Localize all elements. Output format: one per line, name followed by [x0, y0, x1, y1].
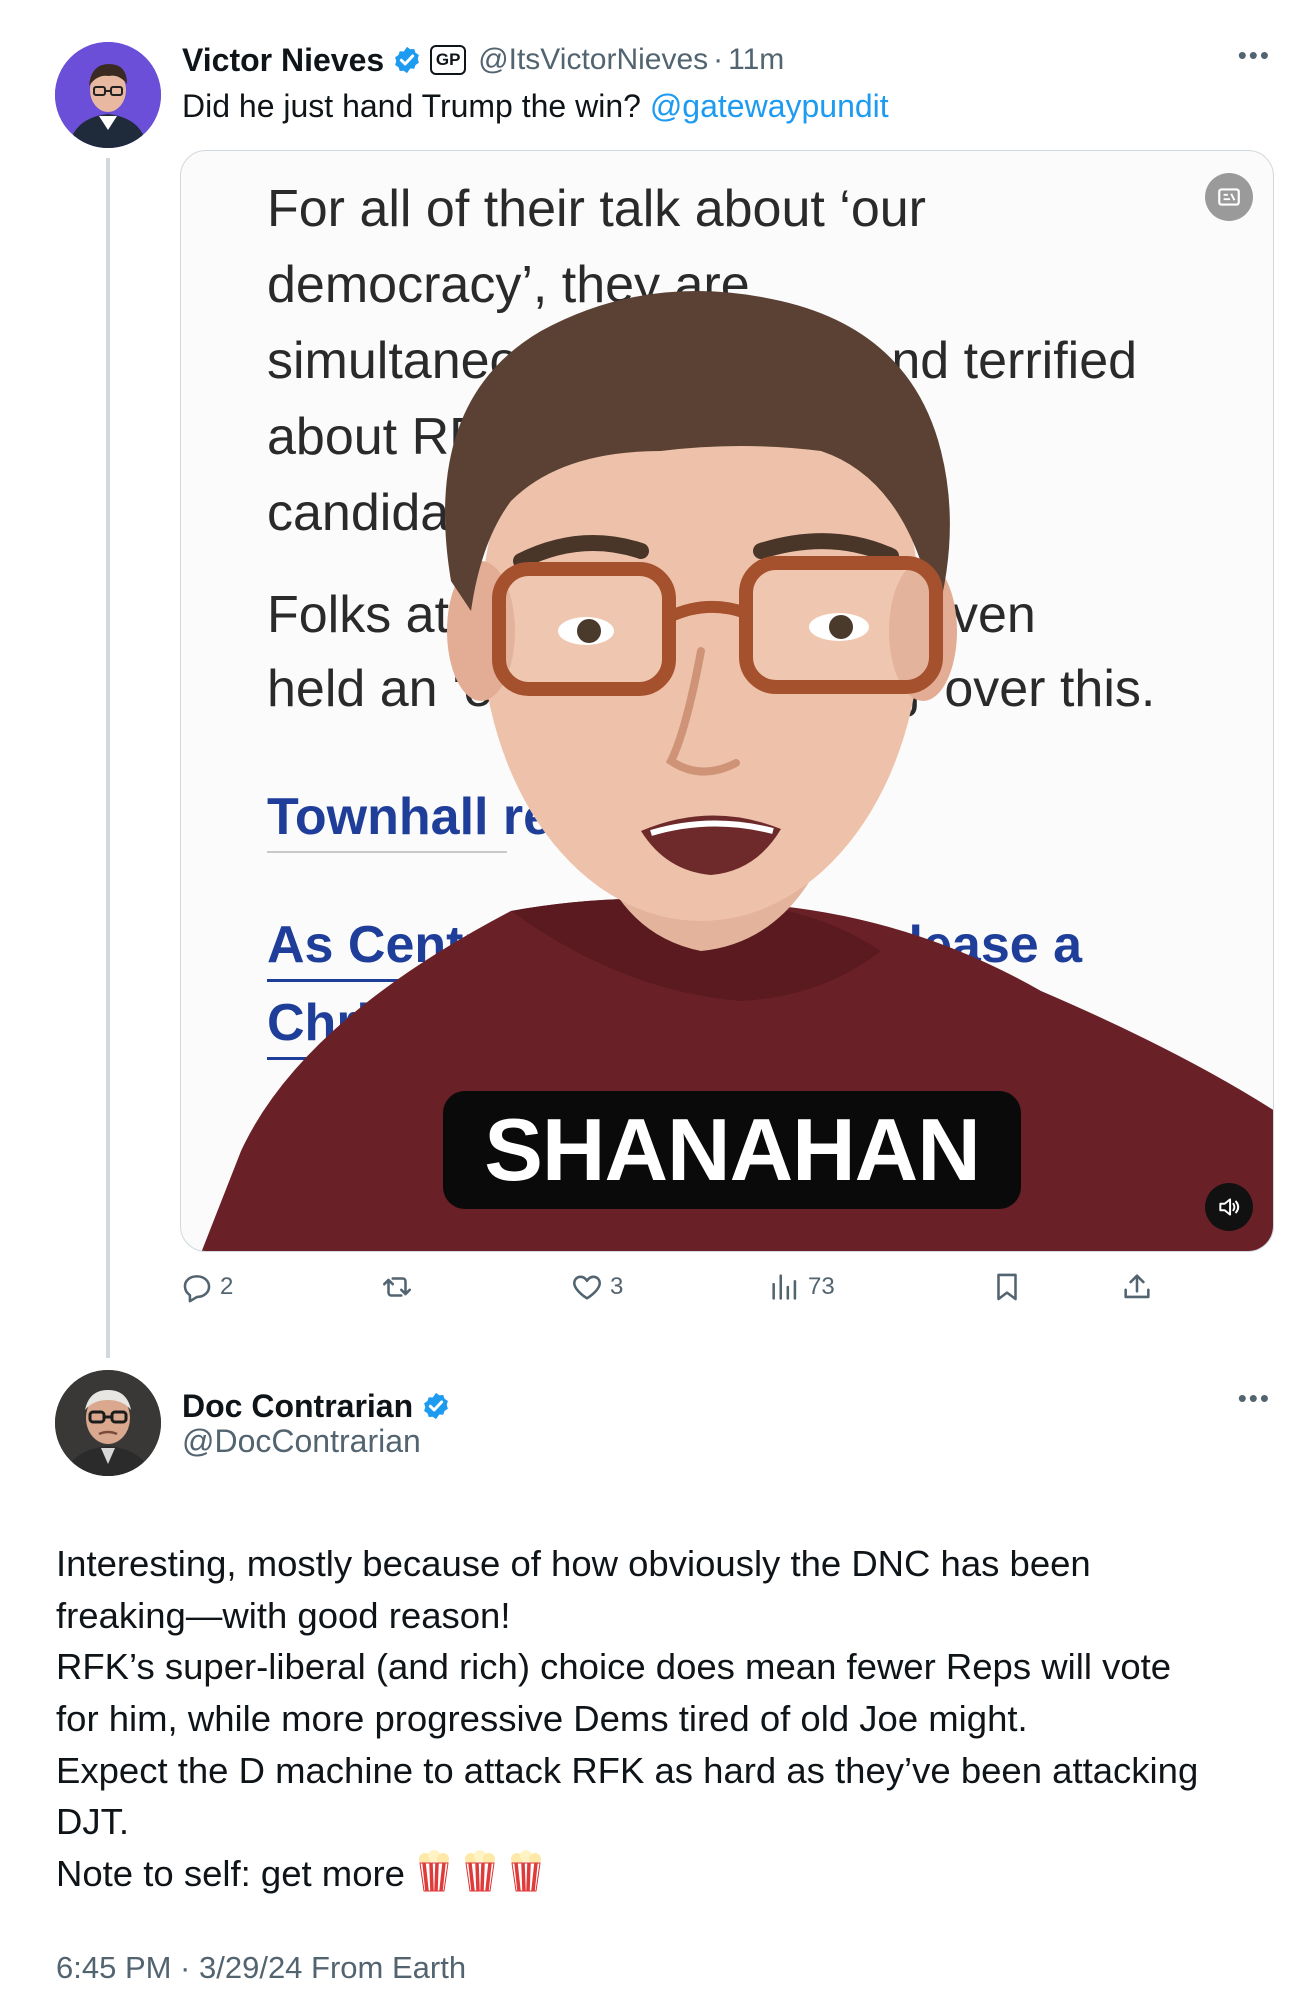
avatar-portrait — [55, 1370, 161, 1476]
reply-text-last-line: Note to self: get more — [56, 1848, 1276, 1900]
bookmark-icon — [997, 1273, 1017, 1301]
popcorn-icon — [464, 1850, 495, 1892]
bookmark-button[interactable] — [990, 1265, 1024, 1309]
author-avatar[interactable] — [55, 42, 161, 148]
thread-connector-line — [106, 158, 110, 1358]
speaker-figure — [201, 291, 1273, 1251]
reply-text-line: freaking—with good reason! — [56, 1594, 511, 1636]
avatar-portrait — [55, 42, 161, 148]
like-button[interactable]: 3 — [570, 1265, 623, 1309]
retweet-icon — [382, 1277, 412, 1297]
verified-badge-icon[interactable] — [392, 45, 422, 75]
tweet-text: Did he just hand Trump the win? @gateway… — [182, 88, 889, 125]
heart-icon — [573, 1275, 601, 1300]
tweet-text-body: Did he just hand Trump the win? — [182, 88, 641, 124]
reply-text-line: RFK’s super-liberal (and rich) choice do… — [56, 1646, 1172, 1688]
reply-author-handle[interactable]: @DocContrarian — [182, 1423, 421, 1460]
reply-button[interactable]: 2 — [180, 1265, 233, 1309]
author-name[interactable]: Victor Nieves — [182, 42, 384, 79]
reply-count: 2 — [220, 1273, 234, 1300]
caption-text: SHANAHAN — [484, 1100, 981, 1199]
more-options-icon[interactable]: ••• — [1238, 42, 1271, 68]
mention-link[interactable]: @gatewaypundit — [650, 88, 889, 124]
gif-glyph — [1218, 188, 1240, 206]
reply-text-line: Interesting, mostly because of how obvio… — [56, 1543, 1091, 1584]
volume-glyph — [1219, 1198, 1240, 1216]
tweet-timestamp[interactable]: 11m — [728, 43, 784, 77]
reply-icon — [183, 1275, 211, 1303]
video-caption: SHANAHAN — [443, 1091, 1021, 1209]
reply-text-line: DJT. — [56, 1801, 129, 1843]
tweet-actions: 2 3 73 — [180, 1265, 1180, 1309]
share-button[interactable] — [1120, 1265, 1154, 1309]
reply-text: Interesting, mostly because of how obvio… — [56, 1538, 1276, 1900]
affiliate-badge-icon[interactable]: GP — [430, 45, 467, 75]
views-count: 73 — [808, 1273, 835, 1300]
popcorn-icon — [510, 1850, 541, 1892]
reply-author-avatar[interactable] — [55, 1370, 161, 1476]
views-button[interactable]: 73 — [768, 1265, 835, 1309]
video-player[interactable]: For all of their talk about ‘our democra… — [180, 150, 1274, 1252]
share-icon — [1124, 1274, 1150, 1299]
reply-text-line: Note to self: get more — [56, 1853, 405, 1895]
more-options-icon[interactable]: ••• — [1238, 1385, 1271, 1411]
reply-text-line: Expect the D machine to attack RFK as ha… — [56, 1749, 1199, 1791]
tweet-header: Victor Nieves GP @ItsVictorNieves · 11m — [182, 36, 784, 84]
verified-badge-icon[interactable] — [421, 1391, 451, 1421]
popcorn-icon — [418, 1850, 449, 1892]
like-count: 3 — [610, 1273, 624, 1300]
volume-icon[interactable] — [1205, 1183, 1253, 1231]
reply-timestamp[interactable]: 6:45 PM · 3/29/24 From Earth — [56, 1950, 466, 1986]
views-icon — [772, 1274, 797, 1300]
reply-author-name[interactable]: Doc Contrarian — [182, 1388, 413, 1425]
gif-icon[interactable] — [1205, 173, 1253, 221]
reply-text-line: for him, while more progressive Dems tir… — [56, 1698, 1028, 1740]
separator-dot: · — [713, 43, 724, 76]
retweet-button[interactable] — [380, 1265, 420, 1309]
author-handle[interactable]: @ItsVictorNieves — [478, 43, 708, 77]
parent-tweet[interactable]: Victor Nieves GP @ItsVictorNieves · 11m … — [0, 0, 1315, 1370]
